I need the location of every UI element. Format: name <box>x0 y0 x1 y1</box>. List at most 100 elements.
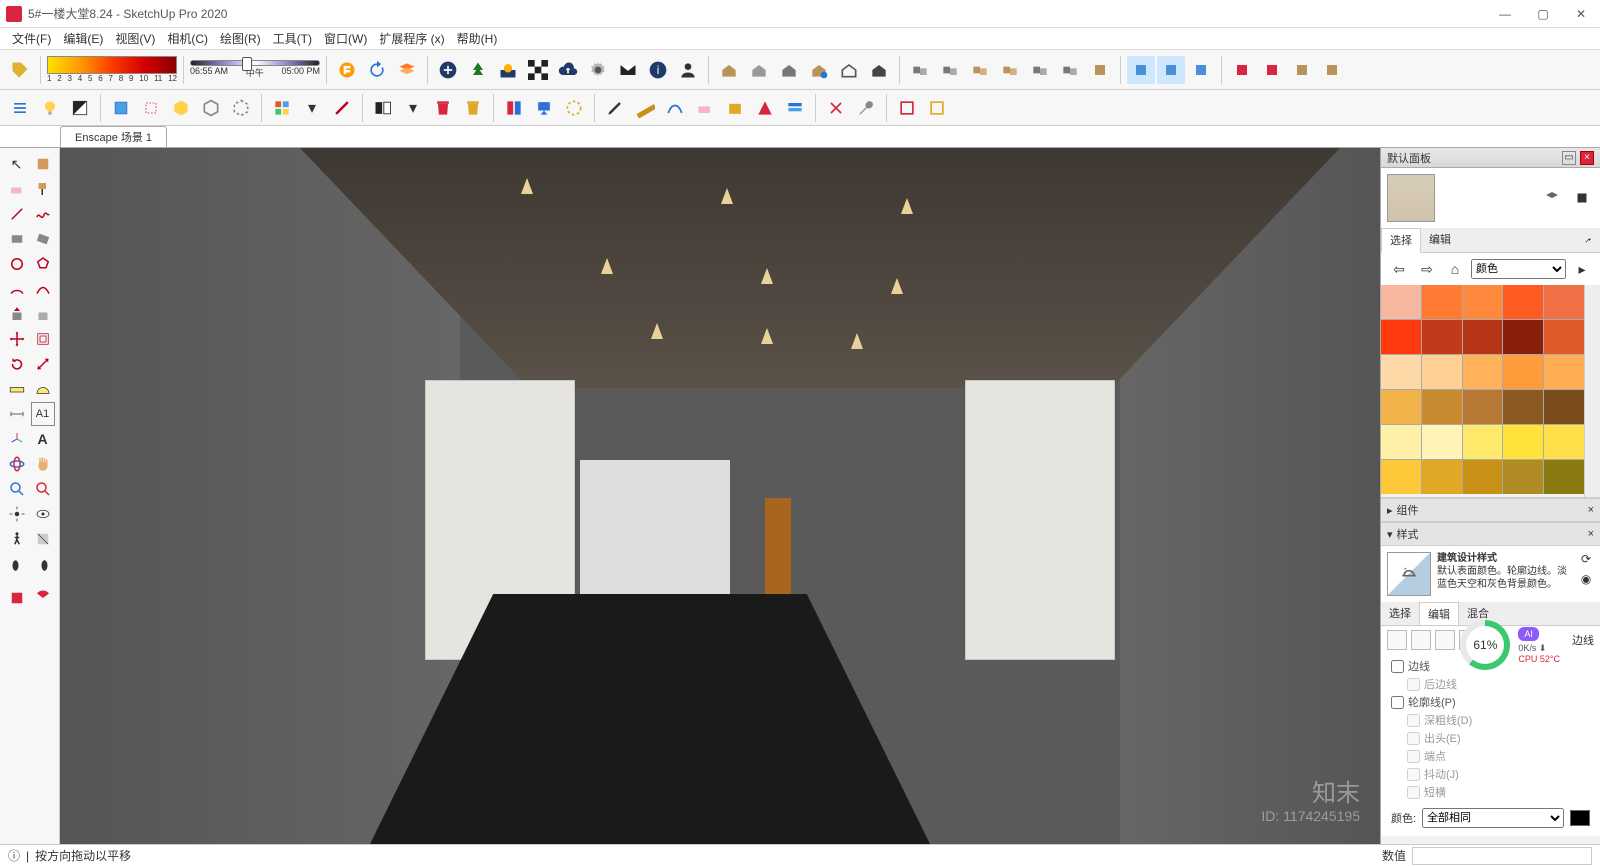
nav-home-icon[interactable]: ⌂ <box>1443 257 1467 281</box>
hexagon-dash-icon[interactable] <box>227 94 255 122</box>
tree-icon[interactable] <box>464 56 492 84</box>
scene-tab[interactable]: Enscape 场景 1 <box>60 126 167 147</box>
style-new-icon[interactable]: ◉ <box>1578 572 1594 588</box>
color-swatch[interactable] <box>1463 460 1503 494</box>
mail-icon[interactable] <box>614 56 642 84</box>
edge-checkbox[interactable] <box>1407 678 1420 691</box>
foot-right-icon[interactable] <box>31 552 55 576</box>
edge-option[interactable]: 后边线 <box>1407 676 1590 692</box>
circle-tool-icon[interactable] <box>5 252 29 276</box>
menu-view[interactable]: 视图(V) <box>109 30 161 47</box>
style-thumbnail[interactable] <box>1387 552 1431 596</box>
menu-draw[interactable]: 绘图(R) <box>214 30 267 47</box>
color-swatch[interactable] <box>1503 320 1543 354</box>
panel-pin-icon[interactable]: ▭ <box>1562 151 1576 165</box>
polygon-tool-icon[interactable] <box>31 252 55 276</box>
list-icon[interactable] <box>6 94 34 122</box>
material-eyedropper-icon[interactable] <box>1576 228 1600 252</box>
paint-tool-icon[interactable] <box>31 177 55 201</box>
tape-tool-icon[interactable] <box>5 377 29 401</box>
eraser2-icon[interactable] <box>691 94 719 122</box>
cubes-2-icon[interactable] <box>936 56 964 84</box>
edge-mode-1-icon[interactable] <box>1387 630 1407 650</box>
edge-option[interactable]: 轮廓线(P) <box>1391 694 1590 710</box>
split-icon[interactable] <box>500 94 528 122</box>
color-swatch[interactable] <box>1463 320 1503 354</box>
color-swatch[interactable] <box>1463 285 1503 319</box>
walk-tool-icon[interactable] <box>5 527 29 551</box>
styles-close-icon[interactable]: × <box>1588 528 1594 540</box>
cube-blue-2-icon[interactable] <box>1157 56 1185 84</box>
enscape-icon[interactable] <box>333 56 361 84</box>
marquee-red-icon[interactable] <box>893 94 921 122</box>
swatch-scrollbar[interactable] <box>1584 285 1600 497</box>
cubes-4-icon[interactable] <box>996 56 1024 84</box>
badge-dash-icon[interactable] <box>560 94 588 122</box>
color-swatch[interactable] <box>1422 320 1462 354</box>
nav-back-icon[interactable]: ⇦ <box>1387 257 1411 281</box>
bulb-icon[interactable] <box>36 94 64 122</box>
box-down-icon[interactable] <box>530 94 558 122</box>
cubes-1-icon[interactable] <box>906 56 934 84</box>
color-swatch[interactable] <box>1544 355 1584 389</box>
pen-icon[interactable] <box>601 94 629 122</box>
color-swatch[interactable] <box>1463 390 1503 424</box>
trash-yellow-icon[interactable] <box>459 94 487 122</box>
menu-edit[interactable]: 编辑(E) <box>57 30 109 47</box>
foot-left-icon[interactable] <box>5 552 29 576</box>
trash-icon[interactable] <box>429 94 457 122</box>
material-face-icon[interactable] <box>1540 186 1564 210</box>
marquee-yellow-icon[interactable] <box>923 94 951 122</box>
zoom-tool-icon[interactable] <box>5 477 29 501</box>
color-swatch[interactable] <box>1422 355 1462 389</box>
color-swatch[interactable] <box>1503 285 1543 319</box>
sun-icon[interactable] <box>494 56 522 84</box>
edge-option[interactable]: 端点 <box>1407 748 1590 764</box>
axes-tool-icon[interactable] <box>5 427 29 451</box>
minimize-button[interactable]: — <box>1496 7 1514 21</box>
wrench-icon[interactable] <box>852 94 880 122</box>
components-section-header[interactable]: ▸ 组件 × <box>1381 498 1600 522</box>
edge-option[interactable]: 短横 <box>1407 784 1590 800</box>
edge-color-chip[interactable] <box>1570 810 1590 826</box>
scissor-icon[interactable] <box>822 94 850 122</box>
color-swatch[interactable] <box>1503 390 1543 424</box>
status-value-field[interactable] <box>1412 847 1592 865</box>
components-close-icon[interactable]: × <box>1588 504 1594 516</box>
cpu-gauge[interactable]: 61% <box>1460 620 1510 670</box>
triangle-icon[interactable] <box>751 94 779 122</box>
layers3d-icon[interactable] <box>393 56 421 84</box>
component-tool-icon[interactable] <box>31 152 55 176</box>
color-swatch[interactable] <box>1544 285 1584 319</box>
select-rect-icon[interactable] <box>107 94 135 122</box>
plugin-red-icon[interactable] <box>5 586 29 610</box>
color-swatch[interactable] <box>1381 425 1421 459</box>
cube-blue-3-icon[interactable] <box>1187 56 1215 84</box>
style-tab-edit[interactable]: 编辑 <box>1419 602 1459 625</box>
color-swatch[interactable] <box>1381 285 1421 319</box>
cubes-5-icon[interactable] <box>1026 56 1054 84</box>
color-swatch[interactable] <box>1463 355 1503 389</box>
color-swatch[interactable] <box>1422 390 1462 424</box>
color-swatch[interactable] <box>1381 355 1421 389</box>
edge-option[interactable]: 抖动(J) <box>1407 766 1590 782</box>
color-swatch[interactable] <box>1422 425 1462 459</box>
contrast-icon[interactable] <box>66 94 94 122</box>
tag-icon[interactable] <box>6 56 34 84</box>
edge-checkbox[interactable] <box>1391 660 1404 673</box>
chevron-down-2-icon[interactable]: ▾ <box>399 94 427 122</box>
edge-checkbox[interactable] <box>1407 786 1420 799</box>
cube-blue-1-icon[interactable] <box>1127 56 1155 84</box>
3dtext-tool-icon[interactable]: A <box>31 427 55 451</box>
edge-option[interactable]: 深粗线(D) <box>1407 712 1590 728</box>
time-slider[interactable] <box>190 60 320 66</box>
warehouse-6-icon[interactable] <box>865 56 893 84</box>
color-swatch[interactable] <box>1381 320 1421 354</box>
warehouse-3-icon[interactable] <box>775 56 803 84</box>
box-yellow-icon[interactable] <box>721 94 749 122</box>
warehouse-2-icon[interactable] <box>745 56 773 84</box>
cubes-3-icon[interactable] <box>966 56 994 84</box>
grid4-icon[interactable] <box>268 94 296 122</box>
chevron-down-icon[interactable]: ▾ <box>298 94 326 122</box>
eraser-tool-icon[interactable] <box>5 177 29 201</box>
